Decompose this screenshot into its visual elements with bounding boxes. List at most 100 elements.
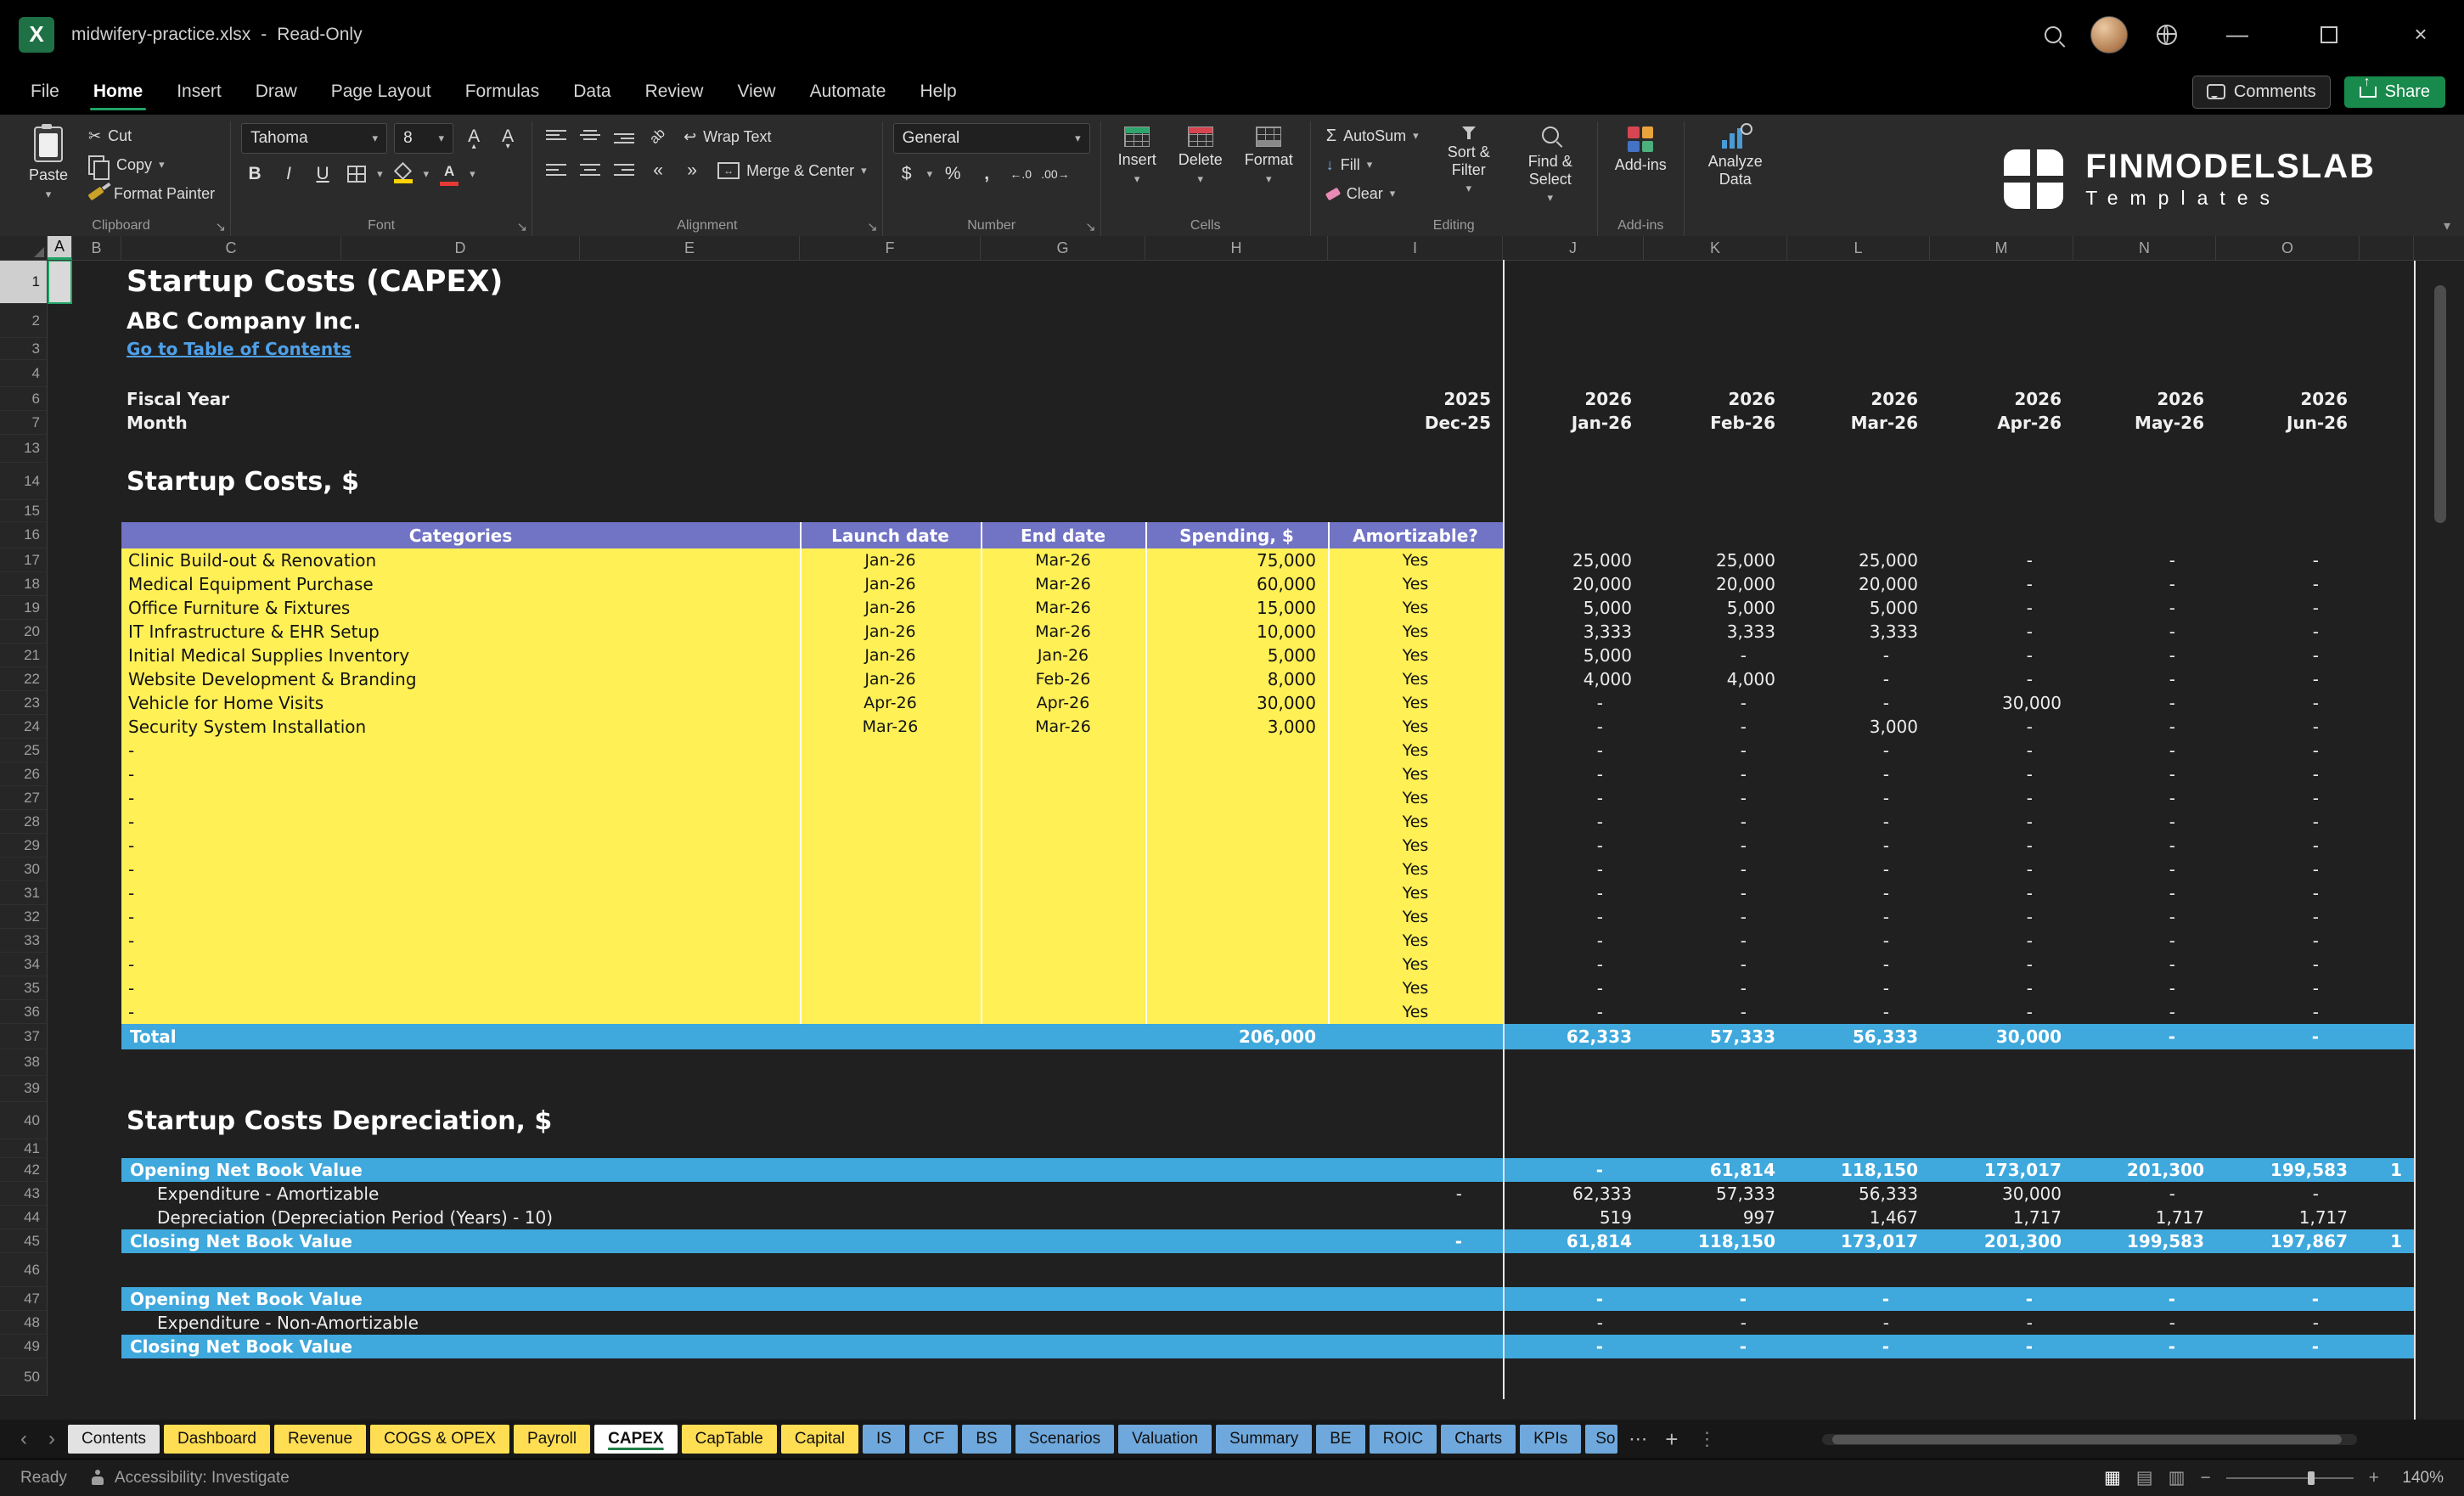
cell-L[interactable]: - xyxy=(1787,929,1930,953)
capex-launch-date[interactable]: Jan-26 xyxy=(800,667,981,691)
cell-O[interactable]: - xyxy=(2216,834,2360,858)
capex-category[interactable]: - xyxy=(121,786,800,810)
cell-O[interactable]: - xyxy=(2216,881,2360,905)
menu-home[interactable]: Home xyxy=(76,69,160,115)
cell-L[interactable]: - xyxy=(1787,739,1930,762)
sheet-tab-captable[interactable]: CapTable xyxy=(681,1425,777,1454)
cell-O[interactable]: - xyxy=(2216,1182,2360,1206)
capex-amortizable[interactable]: Yes xyxy=(1328,644,1503,667)
cell-K[interactable]: 57,333 xyxy=(1644,1182,1787,1206)
select-all-corner[interactable] xyxy=(0,236,48,260)
cell-K[interactable]: - xyxy=(1644,644,1787,667)
cell-M[interactable]: - xyxy=(1930,929,2073,953)
cell-K[interactable]: - xyxy=(1644,905,1787,929)
capex-launch-date[interactable]: Jan-26 xyxy=(800,644,981,667)
capex-category[interactable]: - xyxy=(121,739,800,762)
cell-O[interactable]: - xyxy=(2216,953,2360,976)
nbv-label[interactable]: Opening Net Book Value xyxy=(121,1158,1503,1182)
font-color-button[interactable]: A xyxy=(436,160,463,188)
cell-J[interactable]: - xyxy=(1503,905,1644,929)
sheet-tab-charts[interactable]: Charts xyxy=(1441,1425,1516,1454)
cell-J[interactable]: 61,814 xyxy=(1503,1229,1644,1253)
paste-button[interactable]: Paste ▾ xyxy=(22,123,75,205)
cell-O[interactable]: 197,867 xyxy=(2216,1229,2360,1253)
cell-C[interactable]: Startup Costs Depreciation, $ xyxy=(121,1102,1503,1139)
sheet-tab-dashboard[interactable]: Dashboard xyxy=(164,1425,270,1454)
cell-M[interactable]: - xyxy=(1930,739,2073,762)
merge-center-button[interactable]: ↔ Merge & Center ▾ xyxy=(712,158,872,183)
capex-spending[interactable]: 5,000 xyxy=(1145,644,1328,667)
cell-L[interactable]: - xyxy=(1787,1335,1930,1358)
cell-N[interactable]: - xyxy=(2073,858,2216,881)
clipped-value[interactable]: 1 xyxy=(2360,1229,2414,1253)
align-top-button[interactable] xyxy=(543,123,570,150)
cell-I[interactable]: Dec-25 xyxy=(1328,411,1503,435)
capex-spending[interactable]: 15,000 xyxy=(1145,596,1328,620)
header-launch-date[interactable]: Launch date xyxy=(800,522,981,548)
cell-J[interactable]: - xyxy=(1503,834,1644,858)
capex-amortizable[interactable]: Yes xyxy=(1328,858,1503,881)
accounting-format-button[interactable]: $ xyxy=(893,160,920,188)
row-header-45[interactable]: 45 xyxy=(0,1229,48,1253)
menu-file[interactable]: File xyxy=(14,69,76,115)
cell-C[interactable]: Month xyxy=(121,411,800,435)
font-size-select[interactable]: 8 ▾ xyxy=(394,123,454,154)
cell-J[interactable]: 20,000 xyxy=(1503,572,1644,596)
cell-O[interactable]: - xyxy=(2216,715,2360,739)
cell-N[interactable]: - xyxy=(2073,1024,2216,1049)
alignment-dialog-launcher[interactable]: ↘ xyxy=(867,219,878,234)
cell-M[interactable]: - xyxy=(1930,953,2073,976)
cell-C[interactable]: Fiscal Year xyxy=(121,387,800,411)
cell-L[interactable]: - xyxy=(1787,810,1930,834)
cell-L[interactable]: - xyxy=(1787,644,1930,667)
cell-M[interactable]: - xyxy=(1930,548,2073,572)
delete-cells-button[interactable]: Delete ▾ xyxy=(1172,123,1229,189)
row-header-6[interactable]: 6 xyxy=(0,387,48,411)
capex-end-date[interactable]: Mar-26 xyxy=(981,596,1145,620)
capex-end-date[interactable]: Feb-26 xyxy=(981,667,1145,691)
cell-J[interactable]: 62,333 xyxy=(1503,1024,1644,1049)
cell-K[interactable]: 5,000 xyxy=(1644,596,1787,620)
col-header-P[interactable] xyxy=(2360,236,2414,260)
capex-category[interactable]: IT Infrastructure & EHR Setup xyxy=(121,620,800,644)
decrease-decimal-button[interactable]: .00→ xyxy=(1041,160,1069,188)
increase-indent-button[interactable]: » xyxy=(678,157,706,184)
capex-amortizable[interactable]: Yes xyxy=(1328,691,1503,715)
capex-amortizable[interactable]: Yes xyxy=(1328,620,1503,644)
cell-M[interactable]: - xyxy=(1930,644,2073,667)
align-bottom-button[interactable] xyxy=(610,123,638,150)
capex-amortizable[interactable]: Yes xyxy=(1328,572,1503,596)
cell-M[interactable]: - xyxy=(1930,834,2073,858)
cell-M[interactable]: - xyxy=(1930,881,2073,905)
row-header-22[interactable]: 22 xyxy=(0,667,48,691)
capex-amortizable[interactable]: Yes xyxy=(1328,810,1503,834)
menu-view[interactable]: View xyxy=(720,69,792,115)
cell-O[interactable]: Jun-26 xyxy=(2216,411,2360,435)
page-break-view-button[interactable]: ▥ xyxy=(2169,1467,2186,1488)
cell-M[interactable]: - xyxy=(1930,572,2073,596)
cell-K[interactable]: 61,814 xyxy=(1644,1158,1787,1182)
cell-J[interactable]: 519 xyxy=(1503,1206,1644,1229)
cell-N[interactable]: - xyxy=(2073,881,2216,905)
cell-C[interactable]: ABC Company Inc. xyxy=(121,304,1503,338)
align-center-button[interactable] xyxy=(577,157,604,184)
font-family-select[interactable]: Tahoma ▾ xyxy=(241,123,388,154)
vertical-scrollbar[interactable] xyxy=(2434,285,2446,523)
cell-O[interactable]: - xyxy=(2216,1287,2360,1311)
cell-L[interactable]: 56,333 xyxy=(1787,1024,1930,1049)
cell-J[interactable]: Jan-26 xyxy=(1503,411,1644,435)
capex-category[interactable]: - xyxy=(121,905,800,929)
copy-button[interactable]: Copy ▾ xyxy=(83,152,220,180)
page-layout-view-button[interactable]: ▤ xyxy=(2136,1467,2153,1488)
cell-O[interactable]: - xyxy=(2216,739,2360,762)
capex-amortizable[interactable]: Yes xyxy=(1328,739,1503,762)
capex-category[interactable]: - xyxy=(121,1000,800,1024)
user-avatar[interactable] xyxy=(2090,15,2128,53)
row-header-28[interactable]: 28 xyxy=(0,810,48,834)
cell-K[interactable]: - xyxy=(1644,858,1787,881)
cell-L[interactable]: - xyxy=(1787,905,1930,929)
row-header-38[interactable]: 38 xyxy=(0,1049,48,1076)
capex-end-date[interactable]: Mar-26 xyxy=(981,620,1145,644)
cell-O[interactable]: - xyxy=(2216,786,2360,810)
cell-O[interactable]: - xyxy=(2216,691,2360,715)
